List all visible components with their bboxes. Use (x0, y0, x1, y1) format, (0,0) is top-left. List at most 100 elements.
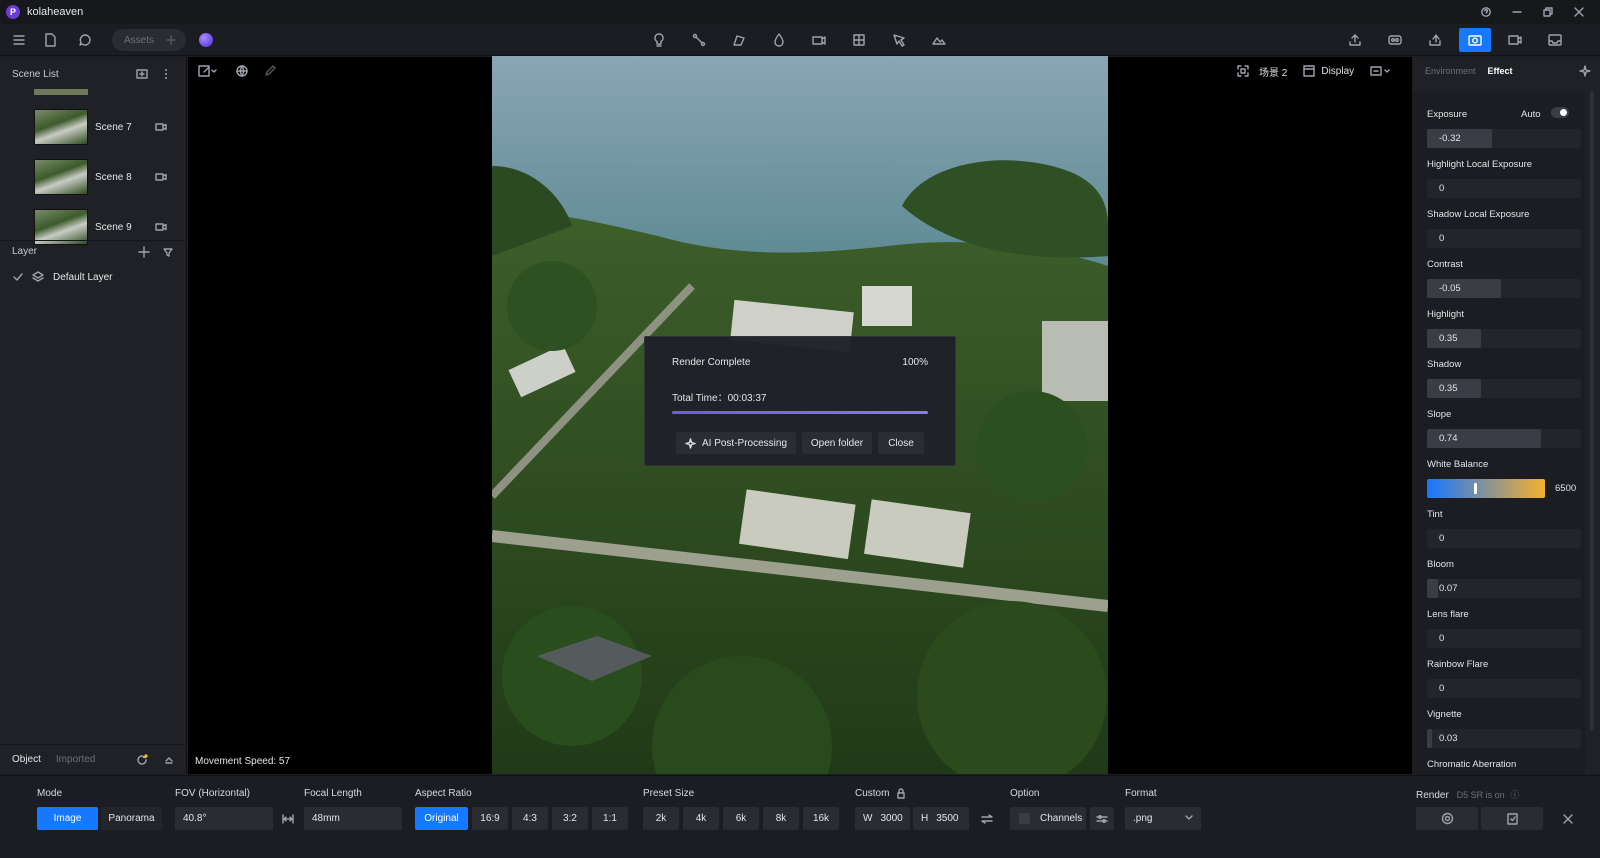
render-image-icon[interactable] (1459, 28, 1491, 52)
check-icon[interactable] (13, 272, 23, 282)
light-icon[interactable] (644, 24, 674, 56)
property-slider[interactable]: 0.74 (1427, 429, 1581, 448)
property-slider[interactable]: 0.35 (1427, 379, 1581, 398)
edit-view-icon[interactable] (198, 65, 218, 77)
property-slider[interactable]: -0.05 (1427, 279, 1581, 298)
close-button[interactable]: Close (878, 432, 924, 454)
scene-item[interactable]: Scene 8 (34, 157, 184, 197)
right-scrollbar[interactable] (1589, 91, 1595, 774)
channels-checkbox[interactable] (1019, 813, 1030, 824)
share-icon[interactable] (1420, 24, 1450, 56)
scene-item[interactable]: Scene 7 (34, 107, 184, 147)
property-value: 0 (1439, 633, 1445, 644)
open-folder-button[interactable]: Open folder (802, 432, 872, 454)
camera-path-icon[interactable] (804, 24, 834, 56)
custom-width-input[interactable]: W 3000 (855, 807, 910, 830)
custom-label: Custom (855, 788, 890, 799)
ai-orb-icon[interactable] (191, 24, 221, 56)
aspect-1-1-button[interactable]: 1:1 (592, 807, 628, 830)
preset-2k-button[interactable]: 2k (643, 807, 679, 830)
upload-icon[interactable] (1340, 24, 1370, 56)
property-value: 0.35 (1439, 333, 1458, 344)
minimize-icon[interactable] (1501, 7, 1532, 17)
preset-8k-button[interactable]: 8k (763, 807, 799, 830)
fov-link-icon[interactable] (282, 814, 294, 824)
filter-icon[interactable] (163, 247, 173, 257)
menu-icon[interactable] (4, 24, 34, 56)
path-icon[interactable] (684, 24, 714, 56)
camera-view-icon[interactable] (1370, 65, 1392, 77)
width-prefix: W (863, 813, 873, 824)
format-select[interactable]: .png (1125, 807, 1201, 830)
property-slider[interactable] (1427, 479, 1545, 498)
help-icon[interactable] (1470, 7, 1501, 17)
restore-icon[interactable] (1532, 7, 1563, 17)
file-icon[interactable] (35, 24, 65, 56)
lock-icon[interactable] (897, 788, 905, 799)
tab-object[interactable]: Object (12, 754, 41, 765)
property-value: 6500 (1555, 483, 1577, 494)
property-slider[interactable]: 0 (1427, 629, 1581, 648)
info-icon[interactable]: ⓘ (1510, 790, 1519, 800)
render-settings-icon[interactable] (1416, 807, 1478, 830)
property-slider[interactable]: 0.03 (1427, 729, 1581, 748)
preset-4k-button[interactable]: 4k (683, 807, 719, 830)
aspect-original-button[interactable]: Original (415, 807, 468, 830)
display-button[interactable]: Display (1321, 66, 1354, 77)
channels-option[interactable]: Channels (1010, 807, 1086, 830)
preset-16k-button[interactable]: 16k (803, 807, 839, 830)
magic-icon[interactable] (1579, 65, 1591, 77)
property-slider[interactable]: 0 (1427, 529, 1581, 548)
camera-icon[interactable] (155, 222, 167, 232)
measure-icon[interactable] (884, 24, 914, 56)
inbox-icon[interactable] (1540, 24, 1570, 56)
option-settings-icon[interactable] (1090, 807, 1114, 830)
default-layer-row[interactable]: Default Layer (0, 266, 187, 288)
property-slider[interactable]: 0 (1427, 179, 1581, 198)
mode-image-button[interactable]: Image (37, 807, 98, 830)
globe-icon[interactable] (236, 65, 248, 77)
focal-length-input[interactable]: 48mm (304, 807, 402, 830)
tab-imported[interactable]: Imported (56, 754, 95, 765)
property-slider[interactable]: 0.35 (1427, 329, 1581, 348)
fov-input[interactable]: 40.8° (175, 807, 273, 830)
aspect-3-2-button[interactable]: 3:2 (552, 807, 588, 830)
add-layer-icon[interactable] (138, 245, 150, 258)
auto-toggle[interactable] (1551, 107, 1569, 118)
terrain-icon[interactable] (924, 24, 954, 56)
property-slider[interactable]: 0.07 (1427, 579, 1581, 598)
swap-dimensions-icon[interactable] (973, 807, 1001, 830)
pen-icon[interactable] (264, 65, 276, 77)
grid-icon[interactable] (844, 24, 874, 56)
focus-icon[interactable] (1237, 65, 1249, 77)
tab-environment[interactable]: Environment (1425, 66, 1476, 76)
chat-icon[interactable] (70, 24, 100, 56)
property-slider[interactable]: 0 (1427, 679, 1581, 698)
close-window-icon[interactable] (1563, 7, 1594, 17)
property-slider[interactable]: -0.32 (1427, 129, 1581, 148)
collapse-icon[interactable] (164, 755, 174, 765)
camera-icon[interactable] (155, 122, 167, 132)
viewport-left-tools (198, 57, 276, 85)
scene-name[interactable]: 场景 2 (1259, 64, 1287, 79)
sync-icon[interactable] (136, 753, 148, 766)
mode-panorama-button[interactable]: Panorama (101, 807, 162, 830)
preset-6k-button[interactable]: 6k (723, 807, 759, 830)
vr-icon[interactable] (1380, 24, 1410, 56)
aspect-4-3-button[interactable]: 4:3 (512, 807, 548, 830)
property-slider[interactable]: 0 (1427, 229, 1581, 248)
close-render-panel-icon[interactable] (1546, 807, 1590, 830)
render-queue-icon[interactable] (1481, 807, 1543, 830)
water-icon[interactable] (764, 24, 794, 56)
tab-effect[interactable]: Effect (1488, 66, 1513, 76)
brush-icon[interactable] (724, 24, 754, 56)
white-balance-knob[interactable] (1474, 483, 1477, 494)
assets-button[interactable]: Assets (112, 29, 186, 51)
render-video-icon[interactable] (1500, 24, 1530, 56)
more-icon[interactable] (164, 68, 168, 80)
ai-post-processing-button[interactable]: AI Post-Processing (676, 432, 796, 454)
aspect-16-9-button[interactable]: 16:9 (472, 807, 508, 830)
camera-icon[interactable] (155, 172, 167, 182)
add-scene-icon[interactable] (136, 68, 148, 80)
custom-height-input[interactable]: H 3500 (913, 807, 969, 830)
